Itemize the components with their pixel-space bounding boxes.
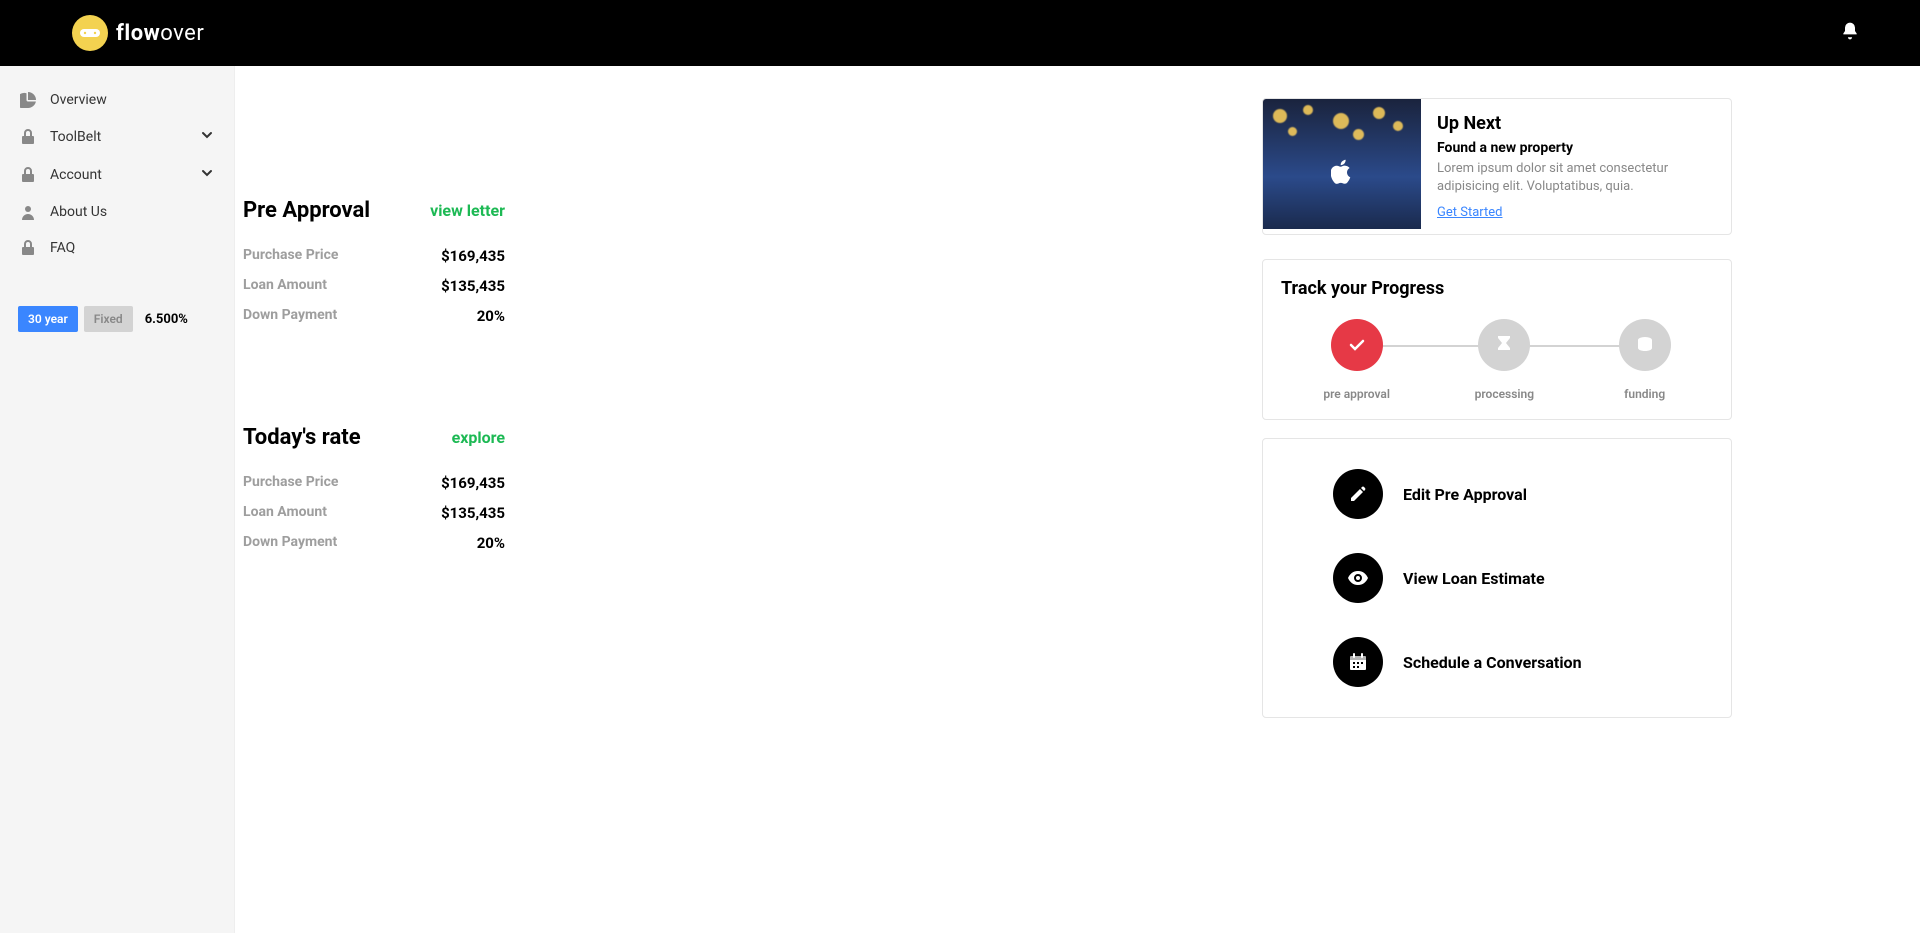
rate-value: 6.500% bbox=[145, 312, 188, 327]
action-label: Schedule a Conversation bbox=[1403, 653, 1582, 672]
sidebar-item-toolbelt[interactable]: ToolBelt bbox=[12, 118, 222, 156]
row-label: Purchase Price bbox=[243, 247, 338, 265]
chart-pie-icon bbox=[20, 92, 36, 108]
lock-icon bbox=[20, 240, 36, 256]
row-value: 20% bbox=[477, 307, 505, 325]
row-value: $135,435 bbox=[441, 277, 505, 295]
rate-summary: 30 year Fixed 6.500% bbox=[12, 306, 222, 332]
row-label: Down Payment bbox=[243, 534, 337, 552]
action-label: View Loan Estimate bbox=[1403, 569, 1545, 588]
row-label: Loan Amount bbox=[243, 277, 327, 295]
view-letter-link[interactable]: view letter bbox=[430, 201, 505, 220]
bell-icon bbox=[1840, 21, 1860, 41]
action-edit-preapproval[interactable]: Edit Pre Approval bbox=[1333, 469, 1661, 519]
sidebar-item-faq[interactable]: FAQ bbox=[12, 230, 222, 266]
step-processing: processing bbox=[1475, 319, 1534, 401]
preapproval-block: Pre Approval view letter Purchase Price … bbox=[243, 198, 505, 325]
check-icon bbox=[1331, 319, 1383, 371]
get-started-link[interactable]: Get Started bbox=[1437, 205, 1502, 220]
row-value: $135,435 bbox=[441, 504, 505, 522]
chevron-down-icon bbox=[200, 128, 214, 146]
up-next-card: Up Next Found a new property Lorem ipsum… bbox=[1262, 98, 1732, 235]
step-label: funding bbox=[1624, 387, 1665, 401]
lock-icon bbox=[20, 129, 36, 145]
step-label: processing bbox=[1475, 387, 1534, 401]
apple-icon bbox=[1331, 159, 1353, 189]
row-value: $169,435 bbox=[441, 474, 505, 492]
sidebar-item-account[interactable]: Account bbox=[12, 156, 222, 194]
tr-row-loan: Loan Amount $135,435 bbox=[243, 504, 505, 522]
todays-rate-title: Today's rate bbox=[243, 425, 361, 450]
progress-steps: pre approval processing funding bbox=[1281, 319, 1713, 401]
pa-row-down: Down Payment 20% bbox=[243, 307, 505, 325]
up-next-title: Up Next bbox=[1437, 113, 1715, 134]
notifications-button[interactable] bbox=[1840, 21, 1860, 45]
progress-card: Track your Progress pre approval process… bbox=[1262, 259, 1732, 420]
pa-row-loan: Loan Amount $135,435 bbox=[243, 277, 505, 295]
sidebar-item-label: About Us bbox=[50, 204, 107, 220]
row-value: $169,435 bbox=[441, 247, 505, 265]
preapproval-title: Pre Approval bbox=[243, 198, 370, 223]
action-label: Edit Pre Approval bbox=[1403, 485, 1527, 504]
user-icon bbox=[20, 204, 36, 220]
row-label: Down Payment bbox=[243, 307, 337, 325]
term-pill[interactable]: 30 year bbox=[18, 306, 78, 332]
app-header: flowover bbox=[0, 0, 1920, 66]
sidebar-item-label: FAQ bbox=[50, 240, 75, 256]
step-funding: funding bbox=[1619, 319, 1671, 401]
type-pill[interactable]: Fixed bbox=[84, 306, 133, 332]
tr-row-price: Purchase Price $169,435 bbox=[243, 474, 505, 492]
step-preapproval: pre approval bbox=[1323, 319, 1390, 401]
hourglass-icon bbox=[1478, 319, 1530, 371]
row-label: Purchase Price bbox=[243, 474, 338, 492]
calendar-icon bbox=[1333, 637, 1383, 687]
sidebar-item-label: Account bbox=[50, 167, 102, 183]
action-schedule-conversation[interactable]: Schedule a Conversation bbox=[1333, 637, 1661, 687]
sidebar-item-about[interactable]: About Us bbox=[12, 194, 222, 230]
chevron-down-icon bbox=[200, 166, 214, 184]
explore-link[interactable]: explore bbox=[452, 428, 505, 447]
actions-card: Edit Pre Approval View Loan Estimate Sch… bbox=[1262, 438, 1732, 718]
left-column: Pre Approval view letter Purchase Price … bbox=[243, 98, 883, 901]
logo-text: flowover bbox=[116, 21, 204, 46]
coins-icon bbox=[1619, 319, 1671, 371]
lock-icon bbox=[20, 167, 36, 183]
pa-row-price: Purchase Price $169,435 bbox=[243, 247, 505, 265]
up-next-image bbox=[1263, 99, 1421, 229]
eye-icon bbox=[1333, 553, 1383, 603]
right-column: Up Next Found a new property Lorem ipsum… bbox=[1262, 98, 1732, 901]
progress-title: Track your Progress bbox=[1281, 278, 1713, 299]
logo-badge bbox=[72, 15, 108, 51]
sidebar: Overview ToolBelt Account About Us FAQ 3… bbox=[0, 66, 235, 933]
action-view-estimate[interactable]: View Loan Estimate bbox=[1333, 553, 1661, 603]
sidebar-item-label: ToolBelt bbox=[50, 129, 101, 145]
row-label: Loan Amount bbox=[243, 504, 327, 522]
tr-row-down: Down Payment 20% bbox=[243, 534, 505, 552]
up-next-subtitle: Found a new property bbox=[1437, 140, 1715, 156]
logo[interactable]: flowover bbox=[72, 15, 204, 51]
step-label: pre approval bbox=[1323, 387, 1390, 401]
up-next-description: Lorem ipsum dolor sit amet consectetur a… bbox=[1437, 160, 1715, 195]
sidebar-item-label: Overview bbox=[50, 92, 107, 108]
todays-rate-block: Today's rate explore Purchase Price $169… bbox=[243, 425, 505, 552]
pencil-icon bbox=[1333, 469, 1383, 519]
gamepad-icon bbox=[80, 26, 100, 40]
row-value: 20% bbox=[477, 534, 505, 552]
main-content: Pre Approval view letter Purchase Price … bbox=[235, 66, 1920, 933]
sidebar-item-overview[interactable]: Overview bbox=[12, 82, 222, 118]
